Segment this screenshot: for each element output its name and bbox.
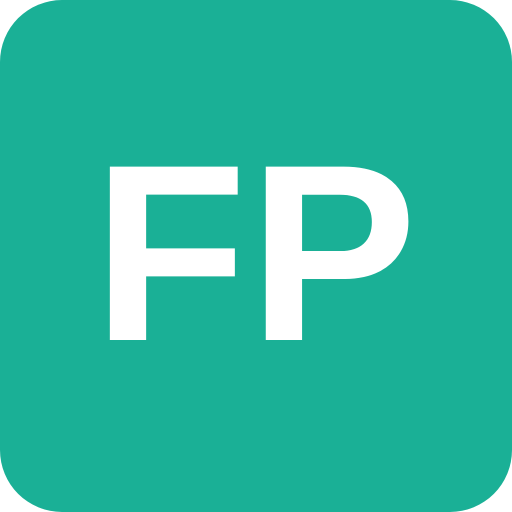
app-icon: FP xyxy=(0,0,512,512)
monogram-text: FP xyxy=(92,113,419,394)
